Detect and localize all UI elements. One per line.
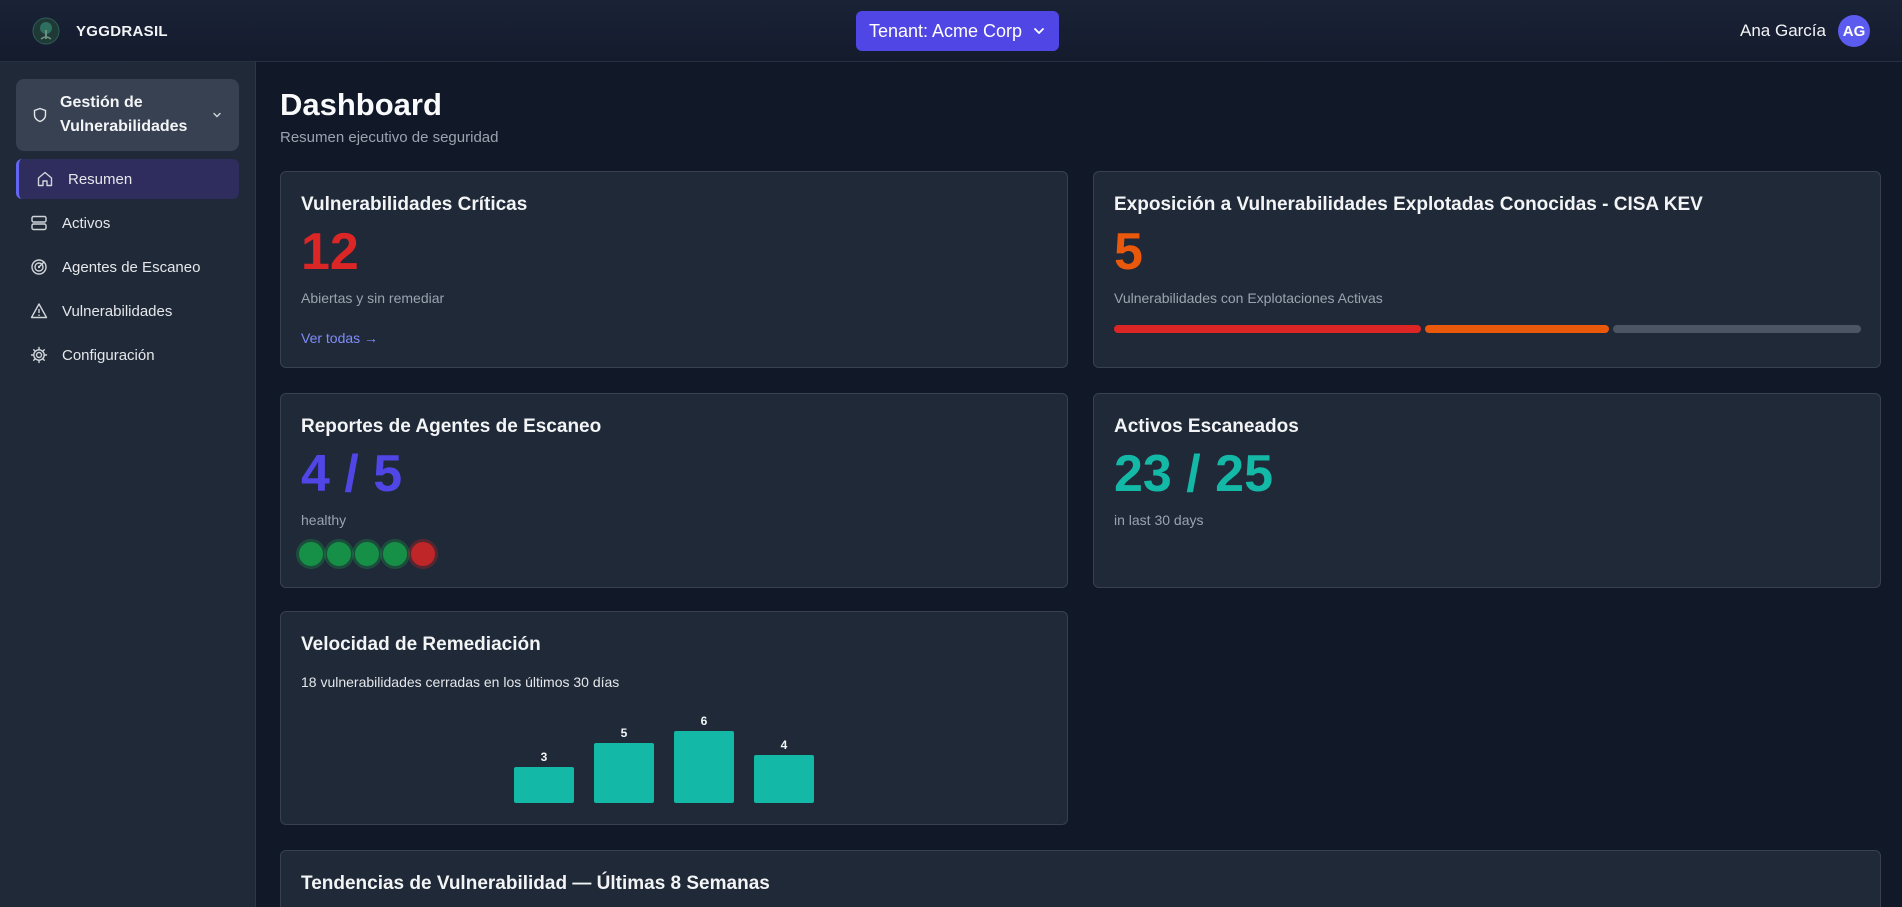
velocity-bar[interactable]: [514, 767, 574, 803]
sidebar-item-label: Activos: [62, 214, 111, 232]
velocity-bar[interactable]: [754, 755, 814, 803]
agent-status-dot[interactable]: [411, 542, 435, 566]
progress-segment-high: [1424, 325, 1610, 333]
sidebar-item-label: Resumen: [68, 170, 133, 188]
card-title: Reportes de Agentes de Escaneo: [301, 416, 602, 437]
card-title: Activos Escaneados: [1114, 416, 1299, 437]
radar-icon: [31, 259, 47, 275]
scan-agents-card: Reportes de Agentes de Escaneo 4 / 5 hea…: [280, 393, 1068, 588]
progress-segment-rest: [1613, 325, 1861, 333]
kev-count: 5: [1114, 223, 1143, 281]
remediation-velocity-chart: 3 5 6 4: [514, 714, 814, 803]
sidebar-item-label: Configuración: [62, 346, 155, 364]
sidebar-item-vulnerabilidades[interactable]: Vulnerabilidades: [16, 291, 239, 331]
velocity-bar-label: 3: [541, 750, 548, 764]
progress-segment-critical: [1114, 325, 1421, 333]
module-selector[interactable]: Gestión de Vulnerabilidades: [16, 79, 239, 151]
critical-count: 12: [301, 223, 359, 281]
card-title: Tendencias de Vulnerabilidad — Últimas 8…: [301, 873, 770, 894]
agents-healthy-count: 4 / 5: [301, 445, 403, 503]
main-content: Dashboard Resumen ejecutivo de seguridad…: [256, 62, 1902, 907]
card-caption: in last 30 days: [1114, 512, 1204, 528]
tenant-selector-button[interactable]: Tenant: Acme Corp: [856, 11, 1059, 51]
avatar[interactable]: AG: [1838, 15, 1870, 47]
chevron-down-icon: [213, 112, 221, 118]
sidebar-nav: Resumen Activos Agentes de Escaneo Vulne…: [16, 159, 239, 379]
kev-exposure-card: Exposición a Vulnerabilidades Explotadas…: [1093, 171, 1881, 368]
agent-status-dots: [299, 542, 435, 566]
view-all-link[interactable]: Ver todas →: [301, 330, 378, 346]
card-caption: Abiertas y sin remediar: [301, 290, 445, 306]
sidebar-item-label: Vulnerabilidades: [62, 302, 173, 320]
velocity-bar[interactable]: [594, 743, 654, 803]
home-icon: [37, 171, 53, 187]
velocity-bar-label: 5: [621, 726, 628, 740]
tenant-label: Tenant: Acme Corp: [868, 20, 1023, 41]
agent-status-dot[interactable]: [299, 542, 323, 566]
user-name: Ana García: [1740, 21, 1826, 40]
gear-icon: [30, 346, 48, 364]
scanned-assets-card: Activos Escaneados 23 / 25 in last 30 da…: [1093, 393, 1881, 588]
page-subtitle: Resumen ejecutivo de seguridad: [280, 129, 499, 146]
chevron-down-icon: [1034, 28, 1044, 34]
tree-logo-icon: [32, 17, 60, 45]
remediation-velocity-card: Velocidad de Remediación 18 vulnerabilid…: [280, 611, 1068, 825]
kev-progress-bar: [1114, 325, 1861, 333]
user-menu[interactable]: Ana García AG: [1740, 15, 1870, 47]
server-icon: [31, 215, 47, 231]
shield-icon: [33, 107, 47, 123]
velocity-bar[interactable]: [674, 731, 734, 803]
vulnerability-trends-card: Tendencias de Vulnerabilidad — Últimas 8…: [280, 850, 1881, 907]
agent-status-dot[interactable]: [383, 542, 407, 566]
agent-status-dot[interactable]: [355, 542, 379, 566]
card-title: Vulnerabilidades Críticas: [301, 194, 528, 215]
velocity-bar-label: 6: [701, 714, 708, 728]
card-caption: Vulnerabilidades con Explotaciones Activ…: [1114, 290, 1383, 306]
brand-name: YGGDRASIL: [76, 22, 168, 40]
sidebar-item-resumen[interactable]: Resumen: [16, 159, 239, 199]
sidebar-item-activos[interactable]: Activos: [16, 203, 239, 243]
sidebar-item-label: Agentes de Escaneo: [62, 258, 201, 276]
sidebar-item-configuracion[interactable]: Configuración: [16, 335, 239, 375]
card-title: Exposición a Vulnerabilidades Explotadas…: [1114, 194, 1703, 215]
top-bar: YGGDRASIL Tenant: Acme Corp Ana García A…: [0, 0, 1902, 62]
page-title: Dashboard: [280, 87, 442, 122]
sidebar: Gestión de Vulnerabilidades Resumen Acti…: [0, 62, 256, 907]
sidebar-item-agentes[interactable]: Agentes de Escaneo: [16, 247, 239, 287]
warning-icon: [30, 303, 48, 319]
module-label: Gestión de Vulnerabilidades: [60, 94, 188, 135]
scanned-assets-count: 23 / 25: [1114, 445, 1274, 503]
agent-status-dot[interactable]: [327, 542, 351, 566]
brand[interactable]: YGGDRASIL: [32, 17, 168, 45]
velocity-bar-label: 4: [781, 738, 788, 752]
critical-vulns-card: Vulnerabilidades Críticas 12 Abiertas y …: [280, 171, 1068, 368]
card-caption: healthy: [301, 512, 347, 528]
